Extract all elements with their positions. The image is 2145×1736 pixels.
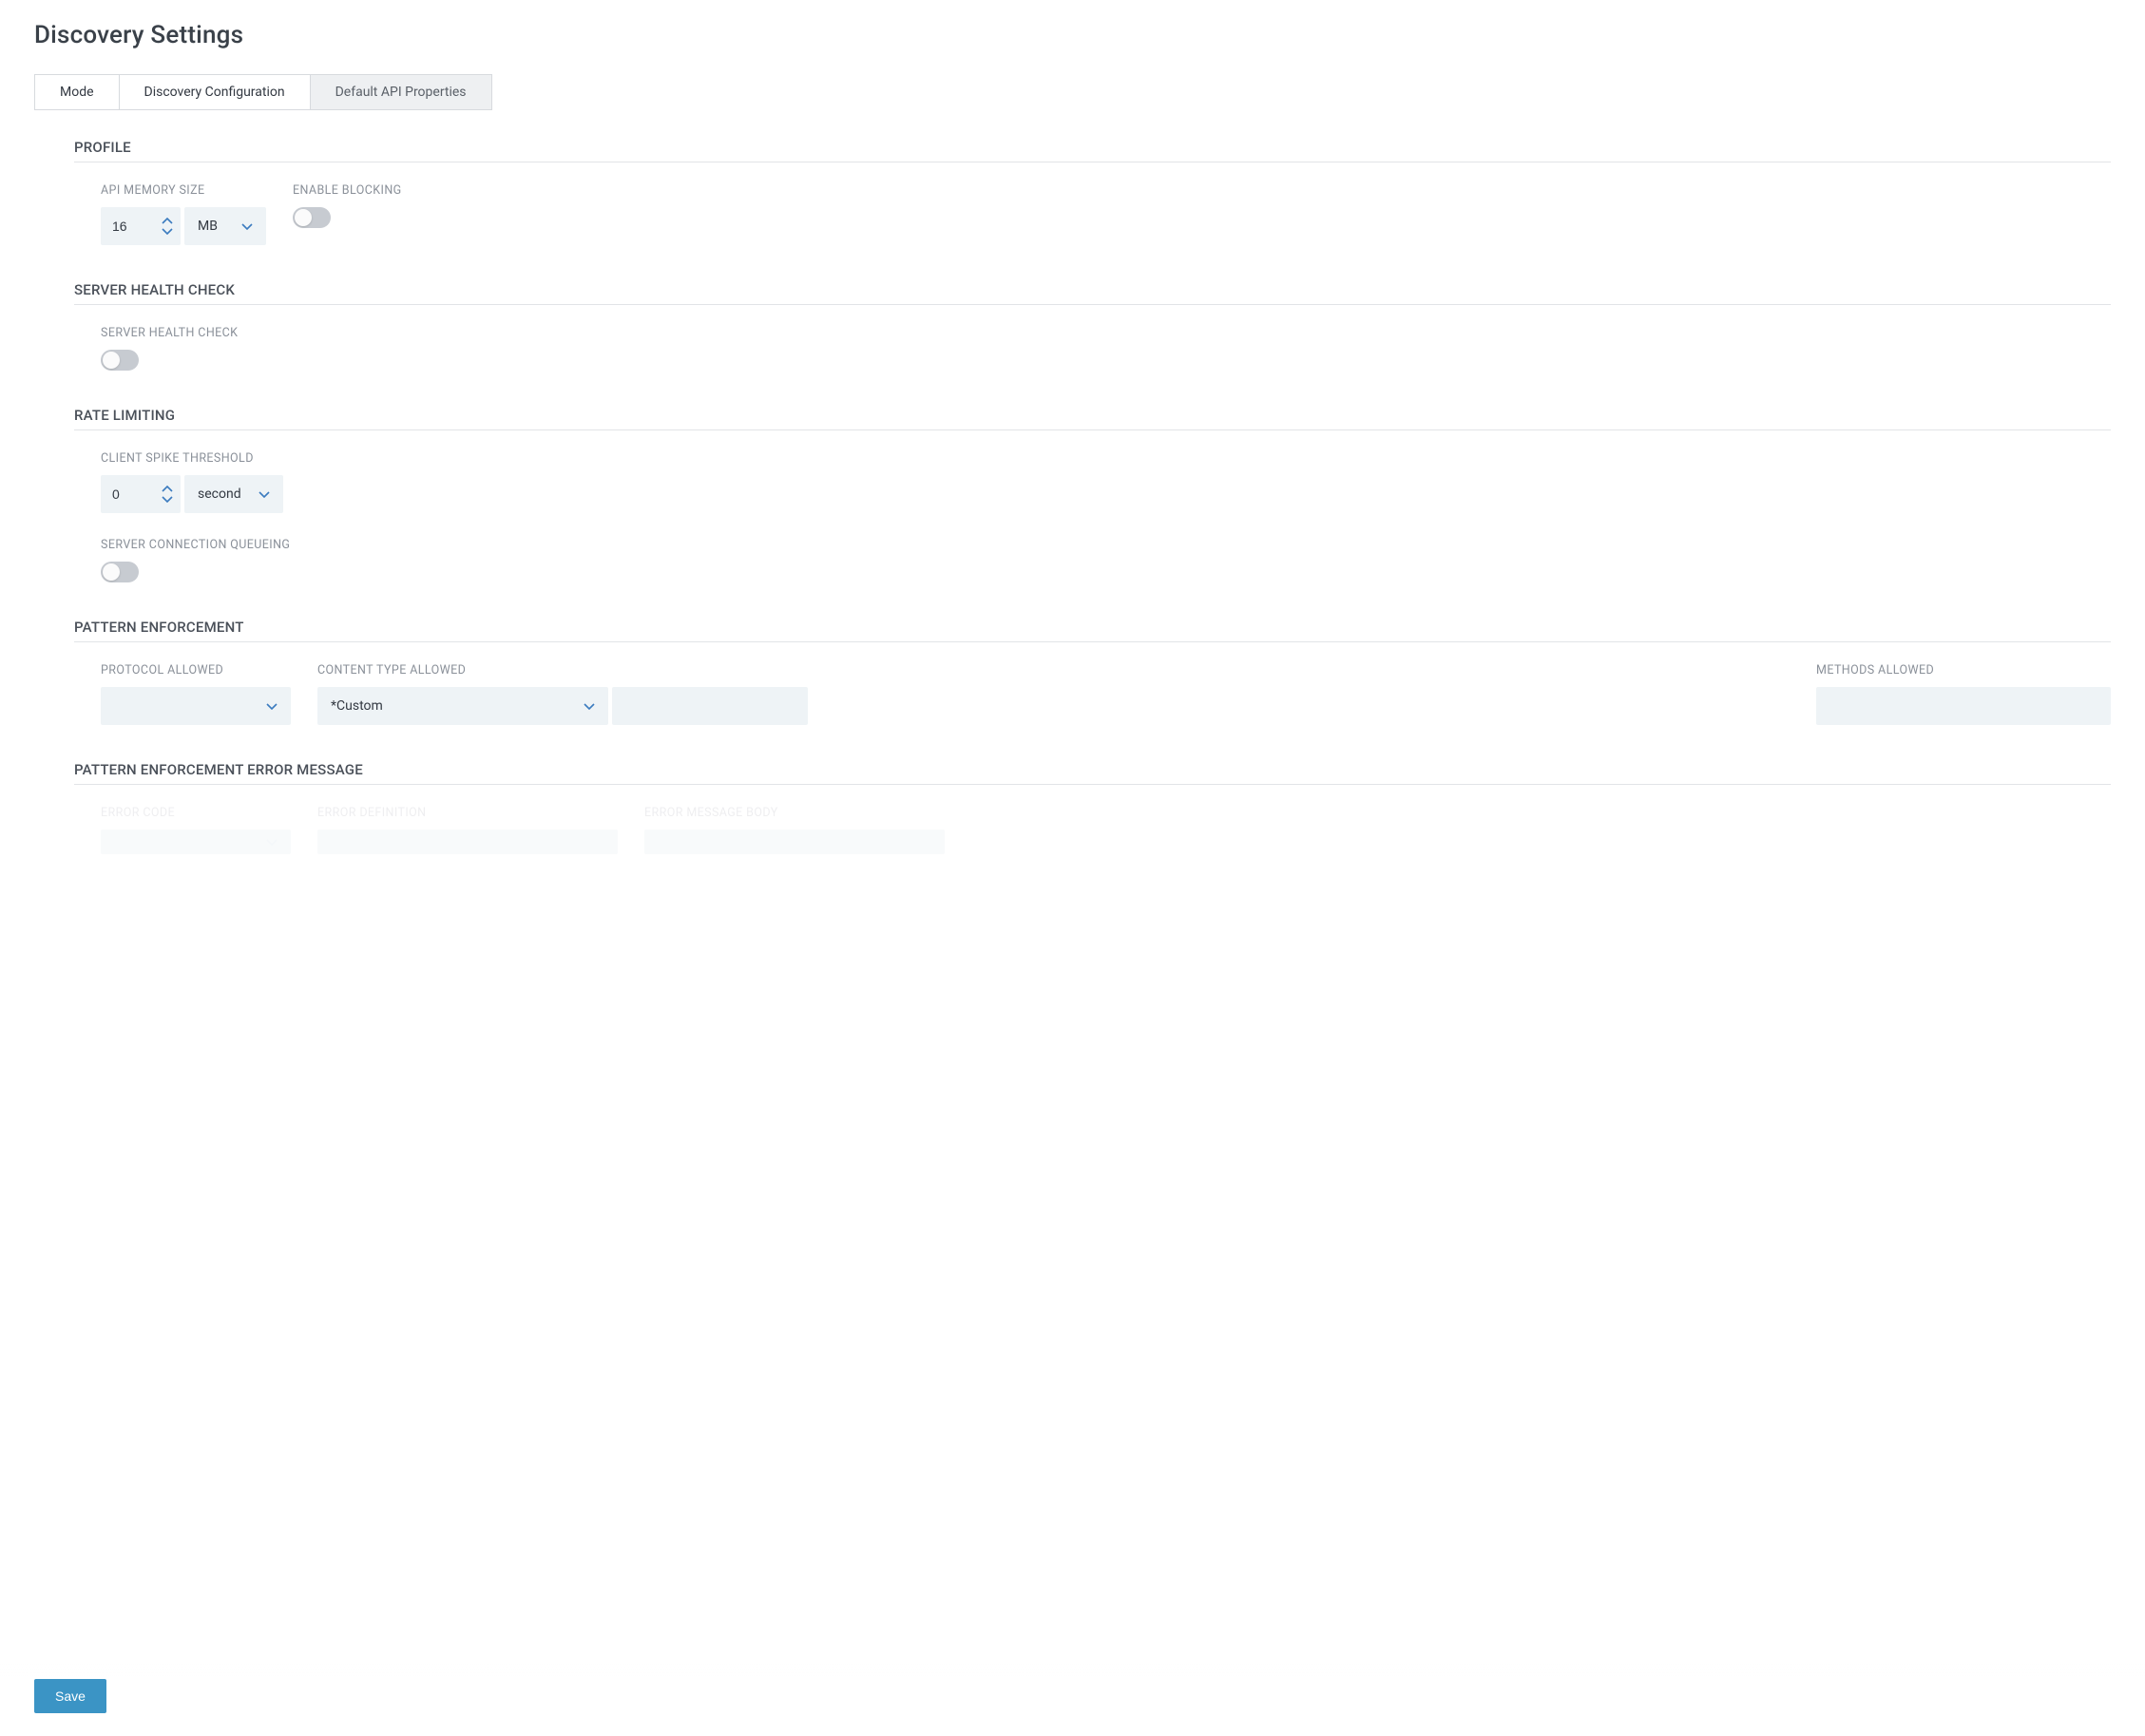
protocol-allowed-label: PROTOCOL ALLOWED [101,663,291,677]
client-spike-threshold-unit-label: second [198,486,241,502]
api-memory-size-input[interactable] [101,207,154,245]
content-type-allowed-value: *Custom [331,698,383,714]
client-spike-threshold-input[interactable] [101,475,154,513]
field-content-type-allowed: CONTENT TYPE ALLOWED *Custom [317,663,808,725]
section-title-pattern-enforcement: PATTERN ENFORCEMENT [74,619,2111,642]
field-error-message-body: ERROR MESSAGE BODY [644,806,945,854]
content-type-allowed-select[interactable]: *Custom [317,687,608,725]
section-pattern-enforcement-error-message: PATTERN ENFORCEMENT ERROR MESSAGE ERROR … [74,761,2111,854]
chevron-down-icon[interactable] [162,495,173,503]
server-connection-queueing-label: SERVER CONNECTION QUEUEING [101,538,2111,552]
api-memory-size-unit-label: MB [198,219,218,234]
toggle-knob [103,352,120,369]
toggle-knob [295,209,312,226]
chevron-down-icon [266,834,278,849]
tab-mode[interactable]: Mode [34,74,120,110]
error-definition-label: ERROR DEFINITION [317,806,618,820]
chevron-up-icon[interactable] [162,486,173,493]
enable-blocking-toggle[interactable] [293,207,331,228]
save-button[interactable]: Save [34,1679,106,1713]
field-client-spike-threshold: CLIENT SPIKE THRESHOLD [101,451,2111,513]
chevron-down-icon [584,698,595,714]
chevron-down-icon [266,698,278,714]
section-rate-limiting: RATE LIMITING CLIENT SPIKE THRESHOLD [74,407,2111,582]
field-error-definition: ERROR DEFINITION [317,806,618,854]
server-connection-queueing-toggle[interactable] [101,562,139,582]
error-message-body-label: ERROR MESSAGE BODY [644,806,945,820]
error-code-label: ERROR CODE [101,806,291,820]
chevron-down-icon [259,486,270,502]
field-enable-blocking: ENABLE BLOCKING [293,183,402,245]
client-spike-threshold-unit-select[interactable]: second [184,475,283,513]
chevron-up-icon[interactable] [162,218,173,225]
enable-blocking-label: ENABLE BLOCKING [293,183,402,198]
toggle-knob [103,563,120,581]
api-memory-size-stepper[interactable] [101,207,181,245]
chevron-down-icon [241,219,253,234]
section-server-health-check: SERVER HEALTH CHECK SERVER HEALTH CHECK [74,281,2111,371]
api-memory-size-label: API MEMORY SIZE [101,183,266,198]
content-type-allowed-label: CONTENT TYPE ALLOWED [317,663,808,677]
error-code-select[interactable] [101,830,291,854]
tabs: Mode Discovery Configuration Default API… [34,74,2111,110]
tab-discovery-configuration[interactable]: Discovery Configuration [120,74,311,110]
methods-allowed-label: METHODS ALLOWED [1816,663,2111,677]
field-methods-allowed: METHODS ALLOWED [1816,663,2111,725]
section-pattern-enforcement: PATTERN ENFORCEMENT PROTOCOL ALLOWED CON… [74,619,2111,725]
methods-allowed-input[interactable] [1816,687,2111,725]
error-message-body-input[interactable] [644,830,945,854]
field-server-connection-queueing: SERVER CONNECTION QUEUEING [101,538,2111,582]
server-health-check-label: SERVER HEALTH CHECK [101,326,238,340]
content-type-custom-input[interactable] [612,687,808,725]
protocol-allowed-select[interactable] [101,687,291,725]
section-title-profile: PROFILE [74,139,2111,162]
tab-default-api-properties[interactable]: Default API Properties [311,74,492,110]
section-title-pattern-enforcement-error-message: PATTERN ENFORCEMENT ERROR MESSAGE [74,761,2111,785]
field-protocol-allowed: PROTOCOL ALLOWED [101,663,291,725]
section-title-rate-limiting: RATE LIMITING [74,407,2111,430]
page-title: Discovery Settings [34,21,2111,49]
chevron-down-icon[interactable] [162,227,173,235]
field-api-memory-size: API MEMORY SIZE [101,183,266,245]
section-profile: PROFILE API MEMORY SIZE [74,139,2111,245]
field-server-health-check: SERVER HEALTH CHECK [101,326,238,371]
server-health-check-toggle[interactable] [101,350,139,371]
section-title-server-health: SERVER HEALTH CHECK [74,281,2111,305]
client-spike-threshold-stepper[interactable] [101,475,181,513]
field-error-code: ERROR CODE [101,806,291,854]
client-spike-threshold-label: CLIENT SPIKE THRESHOLD [101,451,2111,466]
api-memory-size-unit-select[interactable]: MB [184,207,266,245]
error-definition-input[interactable] [317,830,618,854]
